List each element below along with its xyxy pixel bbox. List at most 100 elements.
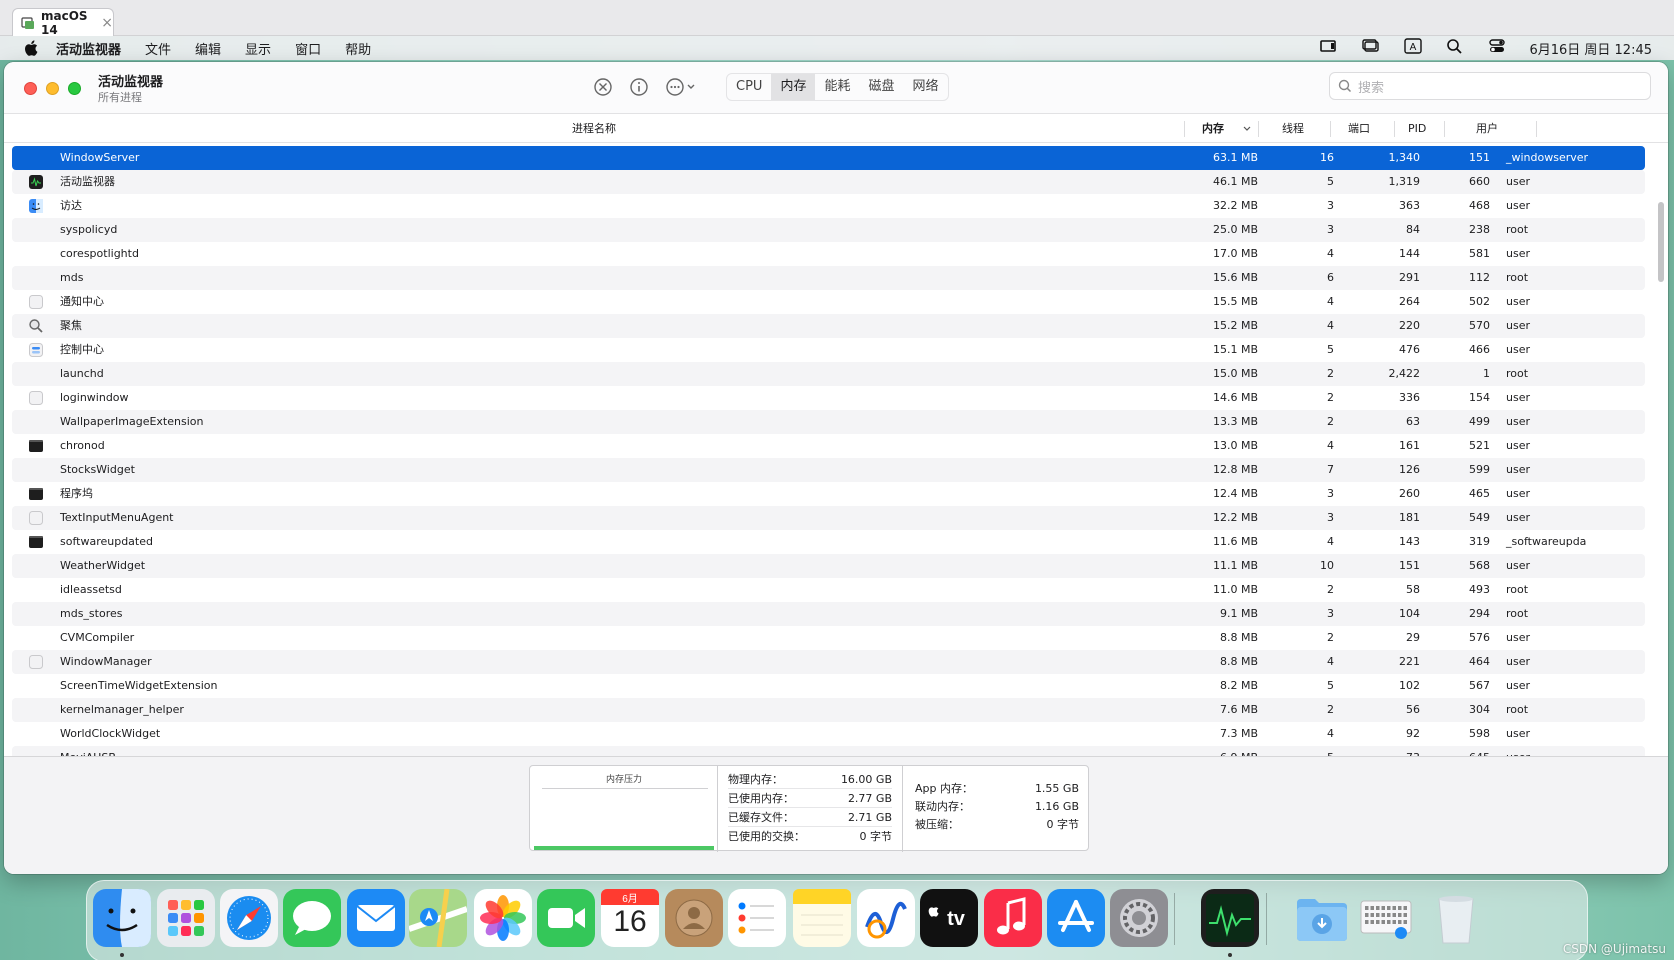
menu-view[interactable]: 显示 [245,39,271,58]
table-row[interactable]: WindowServer 63.1 MB 16 1,340 151 _windowserv… [12,146,1645,170]
tab-disk[interactable]: 磁盘 [859,74,903,100]
table-row[interactable]: 活动监视器 46.1 MB 5 1,319 660 user [12,170,1645,194]
menu-activity-monitor[interactable]: 活动监视器 [56,39,121,58]
column-header-threads[interactable]: 线程 [1282,115,1304,143]
dock-notes-icon[interactable] [793,889,851,947]
tab-memory[interactable]: 内存 [771,74,816,100]
dock-mail-icon[interactable] [347,889,405,947]
menu-window[interactable]: 窗口 [295,39,321,58]
dock-contacts-icon[interactable] [665,889,723,947]
table-row[interactable]: ScreenTimeWidgetExtension 8.2 MB 5 102 567 us… [12,674,1645,698]
input-method-icon[interactable]: A [1403,38,1423,58]
dock-safari-icon[interactable] [220,889,278,947]
info-button[interactable] [628,76,650,98]
memory-stat-value: 16.00 GB [840,773,892,786]
more-actions-button[interactable] [664,76,700,98]
process-threads: 3 [1327,487,1334,500]
column-header-name[interactable]: 进程名称 [4,115,1184,143]
dock-photos-icon[interactable] [474,889,532,947]
dock-tv-icon[interactable]: tv [920,889,978,947]
table-row[interactable]: syspolicyd 25.0 MB 3 84 238 root [12,218,1645,242]
vm-tab-close-icon[interactable]: × [101,15,113,31]
table-row[interactable]: loginwindow 14.6 MB 2 336 154 user [12,386,1645,410]
table-row[interactable]: WindowManager 8.8 MB 4 221 464 user [12,650,1645,674]
table-row[interactable]: corespotlightd 17.0 MB 4 144 581 user [12,242,1645,266]
tab-energy[interactable]: 能耗 [815,74,859,100]
dock-freeform-icon[interactable] [857,889,915,947]
table-row[interactable]: CVMCompiler 8.8 MB 2 29 576 user [12,626,1645,650]
menu-help[interactable]: 帮助 [345,39,371,58]
dock-calendar-icon[interactable]: 6月 16 [601,889,659,947]
table-scrollbar-thumb[interactable] [1658,202,1664,282]
dock-facetime-icon[interactable] [537,889,595,947]
table-row[interactable]: TextInputMenuAgent 12.2 MB 3 181 549 user [12,506,1645,530]
search-field[interactable]: 搜索 [1329,72,1651,100]
memory-stat-row: 已缓存文件： 2.71 GB [728,808,892,827]
dock-reminders-icon[interactable] [728,889,786,947]
table-row[interactable]: kernelmanager_helper 7.6 MB 2 56 304 root [12,698,1645,722]
tab-network[interactable]: 网络 [903,74,947,100]
dock-running-indicator [120,953,124,957]
close-window-button[interactable] [24,82,37,95]
table-row[interactable]: 聚焦 15.2 MB 4 220 570 user [12,314,1645,338]
dock-launchpad-icon[interactable] [157,889,215,947]
menu-edit[interactable]: 编辑 [195,39,221,58]
column-header-ports[interactable]: 端口 [1348,115,1370,143]
process-memory: 15.5 MB [1212,295,1258,308]
table-row[interactable]: 控制中心 15.1 MB 5 476 466 user [12,338,1645,362]
column-header-user[interactable]: 用户 [1476,115,1498,143]
memory-app-stat-row: 联动内存： 1.16 GB [915,798,1079,816]
minimize-window-button[interactable] [46,82,59,95]
column-header-pid[interactable]: PID [1408,115,1426,143]
table-row[interactable]: StocksWidget 12.8 MB 7 126 599 user [12,458,1645,482]
stage-manager-icon[interactable] [1361,38,1381,58]
dock-activity-monitor-icon[interactable] [1201,889,1259,947]
spotlight-search-icon[interactable] [1445,38,1465,58]
terminal-icon [28,486,44,502]
table-row[interactable]: 通知中心 15.5 MB 4 264 502 user [12,290,1645,314]
table-row[interactable]: MoviAUSB 6.9 MB 5 73 645 user [12,746,1645,756]
stop-process-button[interactable] [592,76,614,98]
table-row[interactable]: idleassetsd 11.0 MB 2 58 493 root [12,578,1645,602]
dock-music-icon[interactable] [984,889,1042,947]
process-ports: 291 [1399,271,1420,284]
process-memory: 46.1 MB [1212,175,1258,188]
table-row[interactable]: 程序坞 12.4 MB 3 260 465 user [12,482,1645,506]
process-memory: 12.4 MB [1212,487,1258,500]
vm-tab[interactable]: macOS 14 × [12,8,114,37]
process-threads: 3 [1327,511,1334,524]
process-pid: 465 [1469,487,1490,500]
table-row[interactable]: WorldClockWidget 7.3 MB 4 92 598 user [12,722,1645,746]
control-center-icon[interactable] [1487,38,1507,58]
tab-cpu[interactable]: CPU [727,74,771,100]
process-user: root [1506,367,1529,380]
process-ports: 63 [1406,415,1420,428]
menubar-clock[interactable]: 6月16日 周日 12:45 [1529,39,1652,58]
column-header-memory[interactable]: 内存 [1202,115,1224,143]
dock-appstore-icon[interactable] [1047,889,1105,947]
process-name: loginwindow [60,391,129,404]
dock-settings-icon[interactable] [1110,889,1168,947]
dock-messages-icon[interactable] [283,889,341,947]
process-name: mds [60,271,84,284]
screen-mirroring-icon[interactable] [1319,38,1339,58]
process-name: 访达 [60,199,82,212]
table-row[interactable]: mds_stores 9.1 MB 3 104 294 root [12,602,1645,626]
process-ports: 56 [1406,703,1420,716]
table-row[interactable]: chronod 13.0 MB 4 161 521 user [12,434,1645,458]
menu-file[interactable]: 文件 [145,39,171,58]
table-row[interactable]: WallpaperImageExtension 13.3 MB 2 63 499 user [12,410,1645,434]
zoom-window-button[interactable] [68,82,81,95]
dock-trash-icon[interactable] [1427,889,1485,947]
dock-downloads-folder-icon[interactable] [1293,889,1351,947]
table-row[interactable]: softwareupdated 11.6 MB 4 143 319 _softwareup… [12,530,1645,554]
table-row[interactable]: 访达 32.2 MB 3 363 468 user [12,194,1645,218]
dock-finder-icon[interactable] [93,889,151,947]
table-row[interactable]: mds 15.6 MB 6 291 112 root [12,266,1645,290]
apple-menu-icon[interactable] [22,38,42,58]
dock-maps-icon[interactable] [409,889,467,947]
memory-app-stat-label: 联动内存： [915,800,970,813]
dock-screenshot-stack-icon[interactable] [1357,889,1415,947]
table-row[interactable]: launchd 15.0 MB 2 2,422 1 root [12,362,1645,386]
table-row[interactable]: WeatherWidget 11.1 MB 10 151 568 user [12,554,1645,578]
